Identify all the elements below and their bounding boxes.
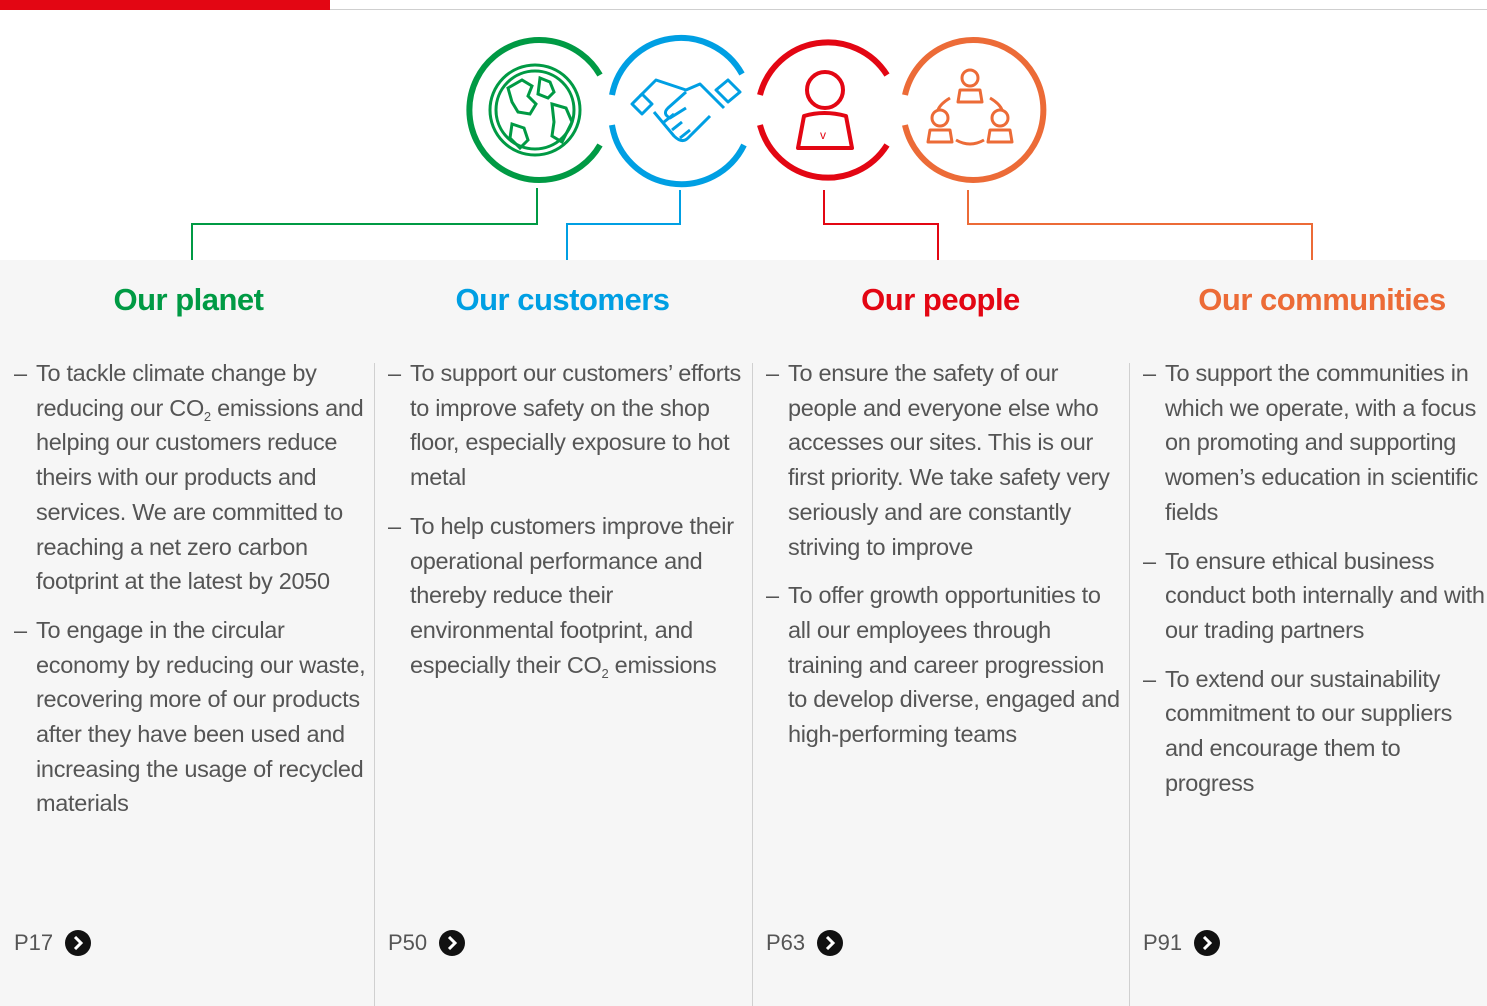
pillar-list: – To support the communities in which we … bbox=[1143, 356, 1487, 814]
svg-text:v: v bbox=[820, 128, 826, 142]
page-number: P17 bbox=[14, 930, 54, 955]
globe-icon bbox=[488, 63, 582, 157]
pillar-planet: Our planet – To tackle climate change by … bbox=[0, 260, 377, 1006]
column-divider bbox=[1129, 363, 1130, 1006]
planet-connector bbox=[191, 188, 538, 262]
list-item: – To help customers improve their operati… bbox=[388, 512, 734, 681]
page-number: P91 bbox=[1143, 930, 1183, 955]
column-divider bbox=[374, 363, 375, 1006]
list-item: – To extend our sustainability commitment… bbox=[1143, 665, 1453, 796]
list-item: – To ensure ethical business conduct both… bbox=[1143, 547, 1485, 643]
list-item: – To offer growth opportunities to all ou… bbox=[766, 582, 1120, 748]
page-link[interactable]: P17 bbox=[14, 930, 92, 956]
customers-connector bbox=[566, 190, 681, 262]
person-laptop-icon: v bbox=[796, 70, 854, 150]
pillar-list: – To ensure the safety of our people and … bbox=[766, 356, 1129, 766]
column-divider bbox=[752, 363, 753, 1006]
pillar-title: Our communities bbox=[1198, 282, 1446, 317]
communities-connector bbox=[967, 190, 1313, 262]
pillar-people: Our people – To ensure the safety of our … bbox=[752, 260, 1129, 1006]
list-item: – To ensure the safety of our people and … bbox=[766, 360, 1110, 560]
list-item: – To tackle climate change by reducing ou… bbox=[14, 360, 364, 595]
pillar-list: – To tackle climate change by reducing ou… bbox=[14, 356, 377, 835]
page-link[interactable]: P91 bbox=[1143, 930, 1221, 956]
people-connector bbox=[823, 190, 939, 262]
people-ring bbox=[757, 39, 890, 181]
pillar-title: Our people bbox=[861, 282, 1020, 317]
list-item: – To engage in the circular economy by re… bbox=[14, 616, 366, 817]
community-network-icon bbox=[926, 68, 1014, 146]
page-number: P63 bbox=[766, 930, 806, 955]
pillar-list: – To support our customers’ efforts to im… bbox=[388, 356, 751, 696]
pillar-title: Our planet bbox=[113, 282, 264, 317]
list-item: – To support the communities in which we … bbox=[1143, 360, 1478, 525]
pillar-title: Our customers bbox=[455, 282, 670, 317]
page-number: P50 bbox=[388, 930, 428, 955]
chevron-right-icon[interactable] bbox=[439, 930, 466, 956]
chevron-right-icon[interactable] bbox=[817, 930, 844, 956]
pillar-customers: Our customers – To support our customers’… bbox=[374, 260, 751, 1006]
handshake-icon bbox=[630, 78, 742, 143]
pillar-communities: Our communities – To support the communit… bbox=[1129, 260, 1487, 1006]
communities-ring bbox=[902, 37, 1047, 183]
chevron-right-icon[interactable] bbox=[65, 930, 92, 956]
customers-ring bbox=[609, 34, 747, 188]
list-item: – To support our customers’ efforts to im… bbox=[388, 360, 741, 491]
page-link[interactable]: P50 bbox=[388, 930, 466, 956]
chevron-right-icon[interactable] bbox=[1194, 930, 1221, 956]
page-link[interactable]: P63 bbox=[766, 930, 844, 956]
pillar-icons-graphic: v bbox=[191, 34, 1313, 262]
